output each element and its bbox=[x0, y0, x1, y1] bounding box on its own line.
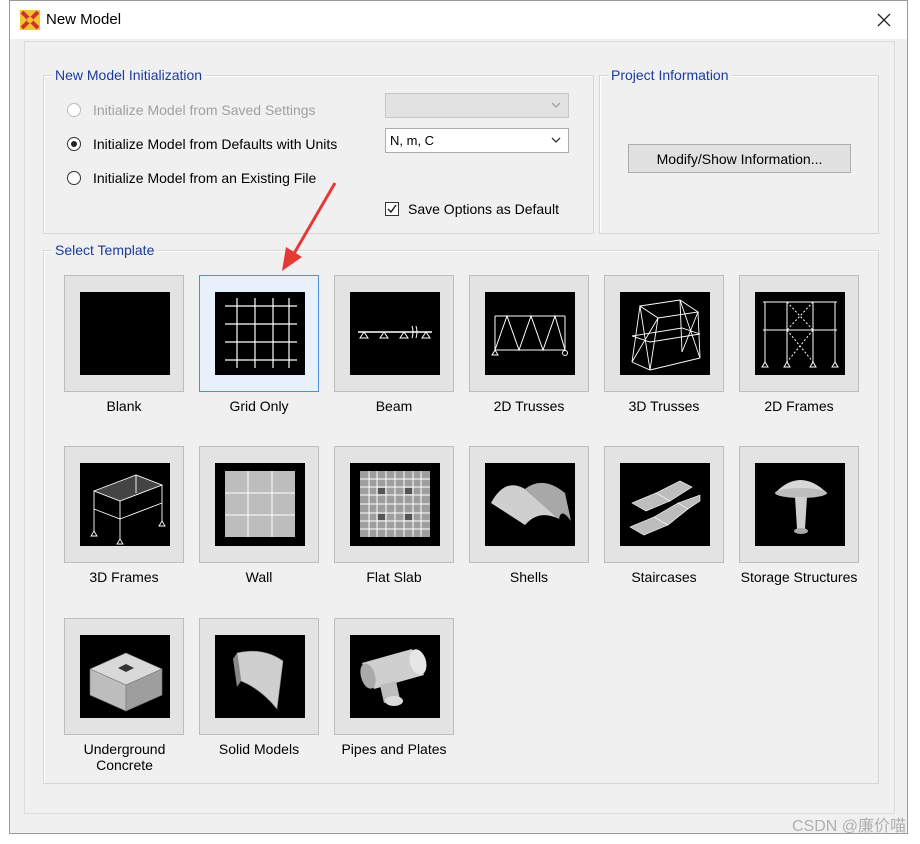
radio-init-existing-file[interactable]: Initialize Model from an Existing File bbox=[67, 170, 316, 186]
template-solid-models[interactable] bbox=[199, 618, 319, 735]
units-value: N, m, C bbox=[390, 133, 435, 148]
radio-label: Initialize Model from Defaults with Unit… bbox=[93, 136, 338, 152]
template-label: Staircases bbox=[631, 569, 697, 585]
template-label: 2D Trusses bbox=[493, 398, 565, 414]
template-blank[interactable] bbox=[64, 275, 184, 392]
template-label: Storage Structures bbox=[740, 569, 858, 585]
template-label: Flat Slab bbox=[366, 569, 422, 585]
beam-thumbnail bbox=[350, 292, 440, 375]
template-2d-trusses[interactable] bbox=[469, 275, 589, 392]
radio-init-defaults-units[interactable]: Initialize Model from Defaults with Unit… bbox=[67, 136, 337, 152]
radio-init-saved-settings[interactable]: Initialize Model from Saved Settings bbox=[67, 102, 316, 118]
saved-settings-dropdown[interactable] bbox=[385, 93, 569, 118]
close-icon bbox=[877, 13, 891, 27]
template-storage-structures[interactable] bbox=[739, 446, 859, 563]
template-underground-concrete[interactable] bbox=[64, 618, 184, 735]
template-pipes-and-plates[interactable] bbox=[334, 618, 454, 735]
template-3d-frames[interactable] bbox=[64, 446, 184, 563]
3d-trusses-thumbnail bbox=[620, 292, 710, 375]
check-icon bbox=[387, 204, 397, 214]
underground-concrete-thumbnail bbox=[80, 635, 170, 718]
grid-only-thumbnail bbox=[215, 292, 305, 375]
window-title: New Model bbox=[46, 11, 122, 28]
2d-frames-thumbnail bbox=[755, 292, 845, 375]
template-label: Wall bbox=[245, 569, 273, 585]
solid-models-thumbnail bbox=[215, 635, 305, 718]
template-label: Beam bbox=[375, 398, 413, 414]
sap2000-app-icon bbox=[20, 10, 40, 30]
modify-show-information-button[interactable]: Modify/Show Information... bbox=[628, 144, 851, 173]
pipes-and-plates-thumbnail bbox=[350, 635, 440, 718]
blank-thumbnail bbox=[80, 292, 170, 375]
radio-label: Initialize Model from Saved Settings bbox=[93, 102, 316, 118]
new-model-dialog: New Model New Model Initialization Initi… bbox=[9, 0, 908, 834]
template-label: Shells bbox=[509, 569, 549, 585]
template-shells[interactable] bbox=[469, 446, 589, 563]
close-button[interactable] bbox=[861, 1, 907, 39]
chevron-down-icon bbox=[551, 137, 561, 143]
project-group-legend: Project Information bbox=[608, 67, 732, 83]
template-label: 3D Trusses bbox=[628, 398, 700, 414]
template-flat-slab[interactable] bbox=[334, 446, 454, 563]
shells-thumbnail bbox=[485, 463, 575, 546]
units-dropdown[interactable]: N, m, C bbox=[385, 128, 569, 153]
template-label: Grid Only bbox=[229, 398, 289, 414]
save-default-label: Save Options as Default bbox=[408, 201, 559, 217]
watermark: CSDN @廉价喵 bbox=[791, 818, 906, 835]
save-default-checkbox-row[interactable]: Save Options as Default bbox=[385, 201, 559, 217]
template-label: 2D Frames bbox=[764, 398, 834, 414]
template-label: 3D Frames bbox=[89, 569, 159, 585]
save-default-checkbox[interactable] bbox=[385, 202, 399, 216]
staircases-thumbnail bbox=[620, 463, 710, 546]
storage-structures-thumbnail bbox=[755, 463, 845, 546]
template-label: Underground Concrete bbox=[83, 741, 166, 773]
radio-button[interactable] bbox=[67, 137, 81, 151]
template-wall[interactable] bbox=[199, 446, 319, 563]
3d-frames-thumbnail bbox=[80, 463, 170, 546]
template-staircases[interactable] bbox=[604, 446, 724, 563]
template-label: Pipes and Plates bbox=[341, 741, 447, 757]
wall-thumbnail bbox=[215, 463, 305, 546]
template-beam[interactable] bbox=[334, 275, 454, 392]
init-group-legend: New Model Initialization bbox=[52, 67, 206, 83]
template-label: Solid Models bbox=[218, 741, 300, 757]
template-2d-frames[interactable] bbox=[739, 275, 859, 392]
chevron-down-icon bbox=[551, 102, 561, 108]
flat-slab-thumbnail bbox=[350, 463, 440, 546]
template-3d-trusses[interactable] bbox=[604, 275, 724, 392]
template-label: Blank bbox=[106, 398, 142, 414]
annotation-arrow-icon bbox=[282, 182, 337, 271]
radio-button[interactable] bbox=[67, 103, 81, 117]
template-grid-only[interactable] bbox=[199, 275, 319, 392]
2d-trusses-thumbnail bbox=[485, 292, 575, 375]
template-group-legend: Select Template bbox=[52, 242, 158, 258]
radio-button[interactable] bbox=[67, 171, 81, 185]
title-bar: New Model bbox=[10, 1, 907, 39]
